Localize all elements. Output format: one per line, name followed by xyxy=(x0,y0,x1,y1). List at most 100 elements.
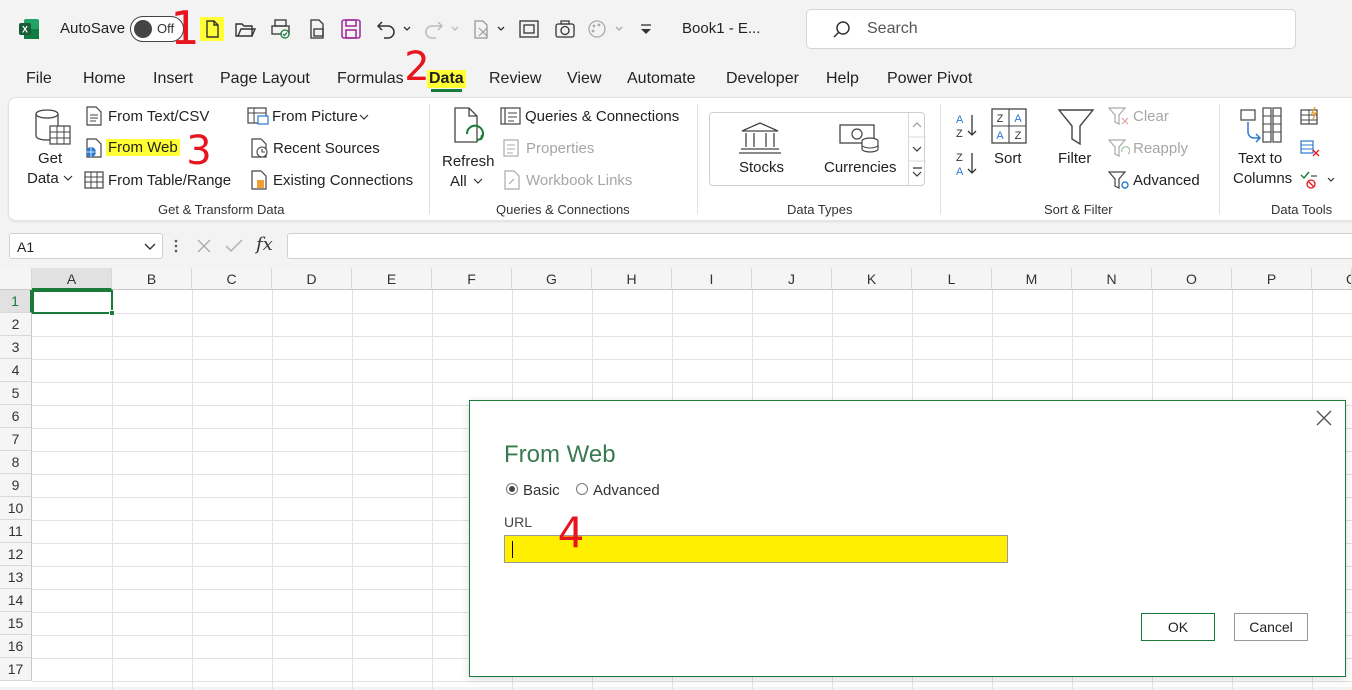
close-icon[interactable] xyxy=(1315,409,1333,427)
cancel-button[interactable]: Cancel xyxy=(1234,613,1308,641)
customize-qat-icon[interactable] xyxy=(636,18,656,40)
remove-duplicates-icon[interactable] xyxy=(1299,138,1321,158)
radio-advanced[interactable] xyxy=(576,483,588,495)
row-header[interactable]: 13 xyxy=(0,566,32,589)
from-table-range-button[interactable]: From Table/Range xyxy=(108,172,231,189)
advanced-button[interactable]: Advanced xyxy=(1133,172,1200,189)
filter-button[interactable] xyxy=(1056,106,1096,150)
format-painter-icon[interactable] xyxy=(470,18,510,40)
column-header[interactable]: L xyxy=(912,268,992,290)
redo-icon[interactable] xyxy=(422,18,462,40)
clear-button[interactable]: Clear xyxy=(1133,108,1169,125)
tab-data[interactable]: Data xyxy=(427,70,466,92)
row-header[interactable]: 5 xyxy=(0,382,32,405)
sort-a-z-icon[interactable]: A Z xyxy=(954,112,980,140)
select-all-corner[interactable] xyxy=(0,268,32,290)
sort-z-a-icon[interactable]: Z A xyxy=(954,150,980,178)
sort-button[interactable]: Z A A Z xyxy=(989,106,1029,150)
column-header[interactable]: N xyxy=(1072,268,1152,290)
selected-cell[interactable] xyxy=(32,290,115,316)
row-header[interactable]: 6 xyxy=(0,405,32,428)
tab-power-pivot[interactable]: Power Pivot xyxy=(887,70,972,88)
name-box[interactable]: A1 xyxy=(9,233,163,259)
workbook-links-button[interactable]: Workbook Links xyxy=(526,172,632,189)
cancel-entry-icon[interactable] xyxy=(195,237,213,255)
new-file-button[interactable] xyxy=(200,17,224,41)
from-picture-button[interactable]: From Picture xyxy=(272,108,358,125)
more-options-icon[interactable] xyxy=(172,238,180,254)
tab-formulas[interactable]: Formulas xyxy=(337,70,404,88)
currencies-button[interactable] xyxy=(838,121,882,155)
tab-insert[interactable]: Insert xyxy=(153,70,193,88)
formula-input[interactable] xyxy=(287,233,1352,259)
search-box[interactable]: Search xyxy=(806,9,1296,49)
tab-home[interactable]: Home xyxy=(83,70,126,88)
row-header[interactable]: 8 xyxy=(0,451,32,474)
row-header[interactable]: 15 xyxy=(0,612,32,635)
column-header[interactable]: K xyxy=(832,268,912,290)
tab-view[interactable]: View xyxy=(567,70,601,88)
recent-sources-button[interactable]: Recent Sources xyxy=(273,140,380,157)
row-header[interactable]: 12 xyxy=(0,543,32,566)
tab-page-layout[interactable]: Page Layout xyxy=(220,70,310,88)
column-header[interactable]: D xyxy=(272,268,352,290)
row-header[interactable]: 16 xyxy=(0,635,32,658)
undo-icon[interactable] xyxy=(374,18,414,40)
data-validation-icon[interactable] xyxy=(1299,170,1337,190)
refresh-all-button[interactable] xyxy=(449,106,491,150)
column-header[interactable]: O xyxy=(1152,268,1232,290)
document-icon[interactable] xyxy=(306,18,328,40)
tab-file[interactable]: File xyxy=(26,70,52,88)
existing-connections-button[interactable]: Existing Connections xyxy=(273,172,413,189)
radio-basic[interactable] xyxy=(506,483,518,495)
gallery-scroll[interactable] xyxy=(908,113,926,186)
queries-connections-button[interactable]: Queries & Connections xyxy=(525,108,679,125)
row-header[interactable]: 9 xyxy=(0,474,32,497)
from-web-button[interactable]: From Web xyxy=(106,139,180,156)
row-header[interactable]: 17 xyxy=(0,658,32,681)
from-text-csv-button[interactable]: From Text/CSV xyxy=(108,108,209,125)
camera-icon[interactable] xyxy=(554,18,576,40)
get-data-button[interactable] xyxy=(33,106,73,150)
save-icon[interactable] xyxy=(340,18,362,40)
tab-developer[interactable]: Developer xyxy=(726,70,799,88)
row-header[interactable]: 14 xyxy=(0,589,32,612)
tab-review[interactable]: Review xyxy=(489,70,541,88)
tab-help[interactable]: Help xyxy=(826,70,859,88)
row-header[interactable]: 1 xyxy=(0,290,32,313)
insert-function-button[interactable]: fx xyxy=(256,234,273,255)
column-header[interactable]: M xyxy=(992,268,1072,290)
properties-button[interactable]: Properties xyxy=(526,140,594,157)
column-header[interactable]: G xyxy=(512,268,592,290)
fill-handle[interactable] xyxy=(109,310,115,316)
tab-automate[interactable]: Automate xyxy=(627,70,695,88)
ok-button[interactable]: OK xyxy=(1141,613,1215,641)
print-preview-icon[interactable] xyxy=(270,18,292,40)
row-header[interactable]: 2 xyxy=(0,313,32,336)
stocks-button[interactable] xyxy=(736,121,784,155)
open-folder-icon[interactable] xyxy=(234,18,256,40)
column-header[interactable]: F xyxy=(432,268,512,290)
text-to-columns-button[interactable] xyxy=(1239,106,1283,150)
column-header[interactable]: I xyxy=(672,268,752,290)
confirm-entry-icon[interactable] xyxy=(224,237,244,255)
row-header[interactable]: 11 xyxy=(0,520,32,543)
column-header[interactable]: H xyxy=(592,268,672,290)
column-header[interactable]: C xyxy=(192,268,272,290)
flash-fill-icon[interactable] xyxy=(1299,106,1321,126)
window-icon[interactable] xyxy=(518,18,540,40)
radio-basic-label[interactable]: Basic xyxy=(523,482,560,499)
column-header[interactable]: E xyxy=(352,268,432,290)
row-header[interactable]: 7 xyxy=(0,428,32,451)
column-header[interactable]: P xyxy=(1232,268,1312,290)
row-header[interactable]: 4 xyxy=(0,359,32,382)
reapply-button[interactable]: Reapply xyxy=(1133,140,1188,157)
column-header[interactable]: B xyxy=(112,268,192,290)
radio-advanced-label[interactable]: Advanced xyxy=(593,482,660,499)
row-header[interactable]: 3 xyxy=(0,336,32,359)
column-header[interactable]: J xyxy=(752,268,832,290)
column-header[interactable]: Q xyxy=(1312,268,1352,290)
theme-icon[interactable] xyxy=(586,18,626,40)
row-header[interactable]: 10 xyxy=(0,497,32,520)
column-header[interactable]: A xyxy=(32,268,112,290)
